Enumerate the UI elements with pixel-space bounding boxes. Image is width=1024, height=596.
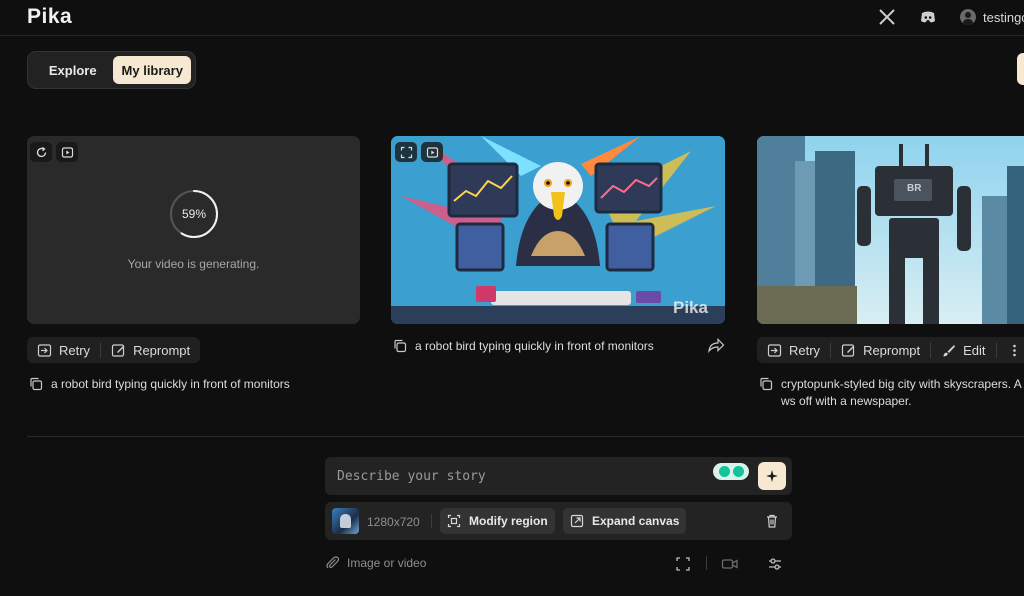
more-options-button[interactable]	[997, 337, 1024, 363]
eagle-thumbnail	[391, 136, 725, 324]
view-tabs: Explore My library	[27, 51, 196, 89]
retry-icon	[37, 343, 52, 357]
aspect-ratio-icon[interactable]	[675, 556, 691, 572]
expand-icon	[570, 514, 584, 528]
reprompt-button[interactable]: Reprompt	[101, 337, 200, 363]
fullscreen-icon[interactable]	[395, 142, 417, 162]
trash-icon[interactable]	[764, 513, 780, 529]
divider	[431, 514, 432, 528]
card-caption: a robot bird typing quickly in front of …	[393, 338, 693, 355]
share-icon[interactable]	[707, 337, 725, 353]
generating-status: Your video is generating.	[127, 257, 260, 271]
region-select-icon	[447, 514, 461, 528]
composer-toolbar: Image or video	[325, 553, 792, 575]
regenerate-icon[interactable]	[30, 142, 52, 162]
edit-button[interactable]: Edit	[931, 337, 995, 363]
resolution-label: 1280x720	[367, 515, 420, 529]
settings-sliders-icon[interactable]	[767, 556, 783, 572]
section-divider	[27, 436, 1024, 437]
play-icon[interactable]	[56, 142, 78, 162]
generate-button[interactable]	[758, 462, 786, 490]
expand-canvas-button[interactable]: Expand canvas	[563, 508, 687, 534]
user-name: testingc	[983, 9, 1024, 25]
attach-media-button[interactable]: Image or video	[325, 555, 426, 570]
video-card-robot-city[interactable]: BR	[757, 136, 1024, 324]
copy-icon[interactable]	[759, 377, 773, 391]
reference-thumbnail[interactable]	[332, 508, 359, 534]
sparkle-icon	[766, 470, 778, 482]
pencil-icon	[111, 343, 125, 357]
video-card-eagle[interactable]: Pika	[391, 136, 725, 324]
user-avatar-icon	[960, 9, 976, 25]
divider	[706, 556, 707, 570]
robot-chest-label: BR	[907, 183, 922, 194]
copy-icon[interactable]	[29, 377, 43, 391]
pika-watermark: Pika	[673, 298, 708, 317]
copy-icon[interactable]	[393, 339, 407, 353]
kebab-menu-icon	[1012, 344, 1016, 356]
video-camera-icon[interactable]	[721, 556, 739, 572]
prompt-input[interactable]	[337, 465, 697, 487]
play-icon[interactable]	[421, 142, 443, 162]
reprompt-button[interactable]: Reprompt	[831, 337, 930, 363]
card-actions: Retry Reprompt	[27, 337, 201, 363]
paperclip-icon	[326, 556, 340, 569]
grammarly-icon[interactable]	[713, 463, 749, 480]
retry-button[interactable]: Retry	[757, 337, 830, 363]
user-menu[interactable]: testingc	[960, 9, 1024, 25]
tab-my-library[interactable]: My library	[113, 56, 191, 84]
pencil-icon	[841, 343, 855, 357]
robot-city-thumbnail	[757, 136, 1024, 324]
top-bar: Pika testingc	[0, 0, 1024, 36]
modify-region-button[interactable]: Modify region	[440, 508, 555, 534]
discord-icon[interactable]	[919, 8, 937, 26]
card-actions: Retry Reprompt Edit	[757, 337, 1024, 363]
brush-icon	[943, 344, 956, 356]
retry-button[interactable]: Retry	[27, 337, 100, 363]
progress-percent: 59%	[181, 207, 207, 221]
x-logo-icon[interactable]	[878, 8, 896, 26]
card-caption: a robot bird typing quickly in front of …	[29, 376, 359, 393]
card-caption: cryptopunk-styled big city with skyscrap…	[759, 376, 1024, 410]
upgrade-button-partial[interactable]	[1017, 53, 1024, 85]
retry-icon	[767, 343, 782, 357]
generation-options: 1280x720 Modify region Expand canvas	[325, 502, 792, 540]
tab-explore[interactable]: Explore	[32, 56, 113, 84]
pika-logo[interactable]: Pika	[27, 5, 72, 29]
